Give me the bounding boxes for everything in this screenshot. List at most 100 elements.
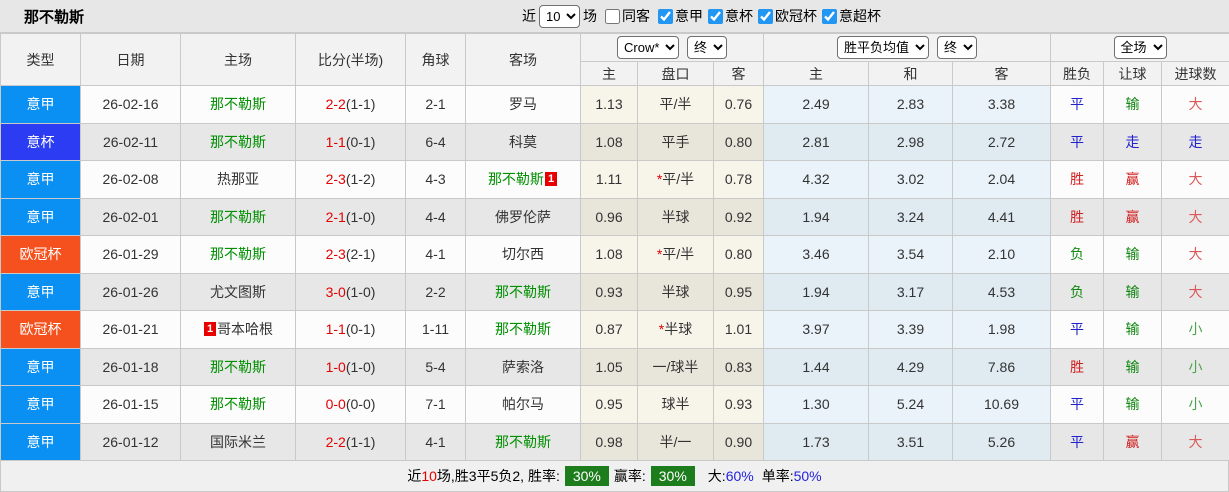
home-team: 那不勒斯 — [181, 123, 296, 161]
single-label: 单率: — [762, 466, 794, 486]
home-win-odds: 1.73 — [764, 423, 869, 461]
match-row: 欧冠杯26-01-211哥本哈根1-1(0-1)1-11那不勒斯0.87*半球1… — [1, 311, 1229, 349]
league-label: 欧冠杯 — [775, 6, 817, 26]
league-checkbox[interactable] — [822, 9, 837, 24]
subheader-euro-home: 主 — [764, 62, 869, 86]
team-name: 萨索洛 — [502, 359, 544, 375]
footer-record-text: 场,胜3平5负2, 胜率: — [437, 466, 560, 486]
league-checkbox[interactable] — [658, 9, 673, 24]
corners-score: 1-11 — [406, 311, 466, 349]
corners-score: 6-4 — [406, 123, 466, 161]
euro-stage-select[interactable]: 终 — [937, 36, 977, 59]
handicap-home-odds: 0.93 — [581, 273, 638, 311]
goals-result: 小 — [1162, 311, 1229, 349]
league-label: 意杯 — [725, 6, 753, 26]
draw-odds: 5.24 — [869, 386, 953, 424]
draw-odds: 3.51 — [869, 423, 953, 461]
same-away-checkbox[interactable] — [605, 9, 620, 24]
match-row: 意甲26-01-12国际米兰2-2(1-1)4-1那不勒斯0.98半/一0.90… — [1, 423, 1229, 461]
league-filter[interactable]: 意超杯 — [817, 6, 881, 26]
match-date: 26-01-26 — [81, 273, 181, 311]
home-win-odds: 2.49 — [764, 86, 869, 124]
goals-result: 大 — [1162, 198, 1229, 236]
fulltime-score: 2-3 — [326, 171, 346, 187]
handicap-line-text: 半球 — [664, 321, 692, 337]
away-win-odds: 7.86 — [953, 348, 1051, 386]
match-score: 1-1(0-1) — [296, 311, 406, 349]
handicap-away-odds: 0.92 — [714, 198, 764, 236]
same-away-filter[interactable]: 同客 — [600, 6, 650, 26]
scope-select[interactable]: 全场 — [1114, 36, 1167, 59]
league-type-badge: 意甲 — [1, 273, 81, 311]
bookmaker-select[interactable]: Crow* — [617, 36, 679, 59]
header-away: 客场 — [466, 34, 581, 86]
team-name: 热那亚 — [217, 171, 259, 187]
handicap-away-odds: 0.95 — [714, 273, 764, 311]
subheader-euro-away: 客 — [953, 62, 1051, 86]
match-row: 意甲26-01-18那不勒斯1-0(1-0)5-4萨索洛1.05一/球半0.83… — [1, 348, 1229, 386]
draw-odds: 3.54 — [869, 236, 953, 274]
home-team: 热那亚 — [181, 161, 296, 199]
away-team: 萨索洛 — [466, 348, 581, 386]
handicap-result: 输 — [1104, 236, 1162, 274]
match-table-body: 意甲26-02-16那不勒斯2-2(1-1)2-1罗马1.13平/半0.762.… — [1, 86, 1229, 461]
fulltime-score: 1-1 — [326, 321, 346, 337]
corners-score: 5-4 — [406, 348, 466, 386]
recent-count-select[interactable]: 10 — [539, 5, 580, 28]
handicap-line-text: 半球 — [662, 284, 690, 300]
fulltime-score: 1-1 — [326, 134, 346, 150]
handicap-away-odds: 0.80 — [714, 236, 764, 274]
home-team: 那不勒斯 — [181, 236, 296, 274]
league-filter[interactable]: 欧冠杯 — [753, 6, 817, 26]
match-result: 平 — [1051, 123, 1104, 161]
handicap-line: *半球 — [638, 311, 714, 349]
away-team: 科莫 — [466, 123, 581, 161]
handicap-line: 半球 — [638, 198, 714, 236]
match-row: 意甲26-02-08热那亚2-3(1-2)4-3那不勒斯11.11*平/半0.7… — [1, 161, 1229, 199]
handicap-result: 输 — [1104, 273, 1162, 311]
euro-odds-select[interactable]: 胜平负均值 — [837, 36, 929, 59]
subheader-goals: 进球数 — [1162, 62, 1229, 86]
away-win-odds: 10.69 — [953, 386, 1051, 424]
league-filter[interactable]: 意杯 — [703, 6, 753, 26]
handicap-result: 赢 — [1104, 423, 1162, 461]
handicap-line-text: 平手 — [662, 134, 690, 150]
corners-score: 2-1 — [406, 86, 466, 124]
handicap-line-text: 平/半 — [662, 246, 694, 262]
goals-result: 大 — [1162, 86, 1229, 124]
halftime-score: (0-1) — [346, 134, 376, 150]
away-win-odds: 2.10 — [953, 236, 1051, 274]
league-type-badge: 意甲 — [1, 423, 81, 461]
league-type-badge: 意甲 — [1, 161, 81, 199]
league-checkbox[interactable] — [758, 9, 773, 24]
match-result: 平 — [1051, 386, 1104, 424]
match-score: 2-3(2-1) — [296, 236, 406, 274]
match-date: 26-02-08 — [81, 161, 181, 199]
handicap-line-text: 半/一 — [660, 434, 692, 450]
handicap-line: 球半 — [638, 386, 714, 424]
league-type-badge: 意甲 — [1, 386, 81, 424]
home-win-odds: 1.30 — [764, 386, 869, 424]
handicap-result: 输 — [1104, 311, 1162, 349]
away-team: 那不勒斯 — [466, 423, 581, 461]
away-win-odds: 3.38 — [953, 86, 1051, 124]
match-result: 平 — [1051, 86, 1104, 124]
league-label: 意超杯 — [839, 6, 881, 26]
league-checkbox[interactable] — [708, 9, 723, 24]
handicap-stage-select[interactable]: 终 — [687, 36, 727, 59]
draw-odds: 4.29 — [869, 348, 953, 386]
team-name: 帕尔马 — [502, 396, 544, 412]
team-name: 那不勒斯 — [210, 209, 266, 225]
away-win-odds: 4.53 — [953, 273, 1051, 311]
same-away-label: 同客 — [622, 6, 650, 26]
header-type: 类型 — [1, 34, 81, 86]
handicap-line: 半/一 — [638, 423, 714, 461]
fulltime-score: 3-0 — [326, 284, 346, 300]
team-name: 那不勒斯 — [210, 396, 266, 412]
league-filter[interactable]: 意甲 — [653, 6, 703, 26]
corners-score: 2-2 — [406, 273, 466, 311]
goals-result: 大 — [1162, 423, 1229, 461]
draw-odds: 3.02 — [869, 161, 953, 199]
handicap-rate-badge: 30% — [651, 466, 695, 486]
handicap-away-odds: 0.83 — [714, 348, 764, 386]
